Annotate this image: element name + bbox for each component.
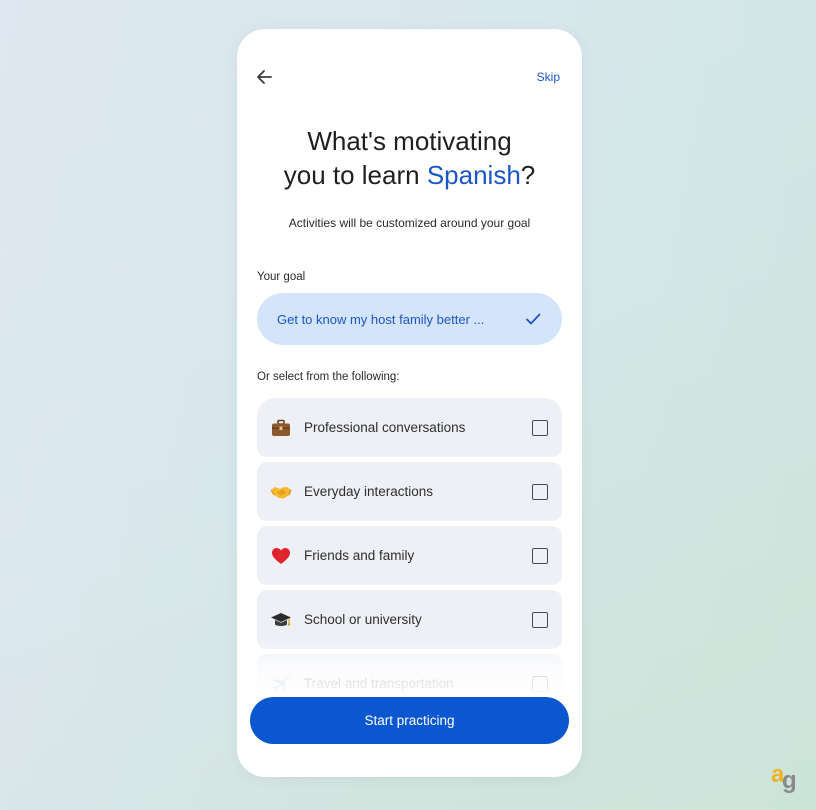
back-button[interactable] [253, 66, 275, 88]
title-suffix: ? [520, 160, 536, 190]
start-practicing-button[interactable]: Start practicing [250, 697, 569, 744]
app-screen: Skip What's motivating you to learn Span… [237, 29, 582, 777]
option-checkbox[interactable] [532, 675, 548, 692]
option-checkbox[interactable] [532, 483, 548, 500]
option-professional-conversations[interactable]: Professional conversations [257, 398, 562, 457]
goal-options-list: Professional conversations Everyday inte… [257, 398, 562, 695]
skip-button[interactable]: Skip [537, 70, 560, 84]
option-label: School or university [304, 612, 422, 627]
title-line-1: What's motivating [307, 126, 512, 156]
option-friends-and-family[interactable]: Friends and family [257, 526, 562, 585]
svg-text:g: g [782, 767, 797, 794]
option-checkbox[interactable] [532, 419, 548, 436]
handshake-icon [270, 481, 292, 503]
goal-selection[interactable]: Get to know my host family better ... [257, 293, 562, 345]
arrow-left-icon [257, 70, 272, 84]
option-school-or-university[interactable]: School or university [257, 590, 562, 649]
options-section-label: Or select from the following: [257, 371, 400, 383]
graduation-cap-icon [270, 609, 292, 631]
title-language: Spanish [426, 160, 521, 190]
title-line-2: you to learn Spanish? [237, 158, 582, 192]
option-label: Everyday interactions [304, 484, 434, 499]
option-label: Professional conversations [304, 420, 466, 435]
watermark-logo: a g [771, 761, 801, 795]
briefcase-icon [270, 417, 292, 439]
checkmark-icon [524, 310, 542, 328]
heart-icon [270, 545, 292, 567]
page-title: What's motivating you to learn Spanish? [237, 124, 582, 192]
option-label: Friends and family [304, 548, 415, 563]
page-subtitle: Activities will be customized around you… [288, 216, 531, 230]
goal-value: Get to know my host family better ... [277, 311, 485, 327]
option-everyday-interactions[interactable]: Everyday interactions [257, 462, 562, 521]
airplane-icon [270, 673, 292, 695]
title-prefix: you to learn [283, 160, 427, 190]
option-checkbox[interactable] [532, 547, 548, 564]
goal-section-label: Your goal [257, 271, 306, 283]
option-travel-and-transportation[interactable]: Travel and transportation [257, 654, 562, 695]
option-checkbox[interactable] [532, 611, 548, 628]
option-label: Travel and transportation [304, 676, 454, 691]
